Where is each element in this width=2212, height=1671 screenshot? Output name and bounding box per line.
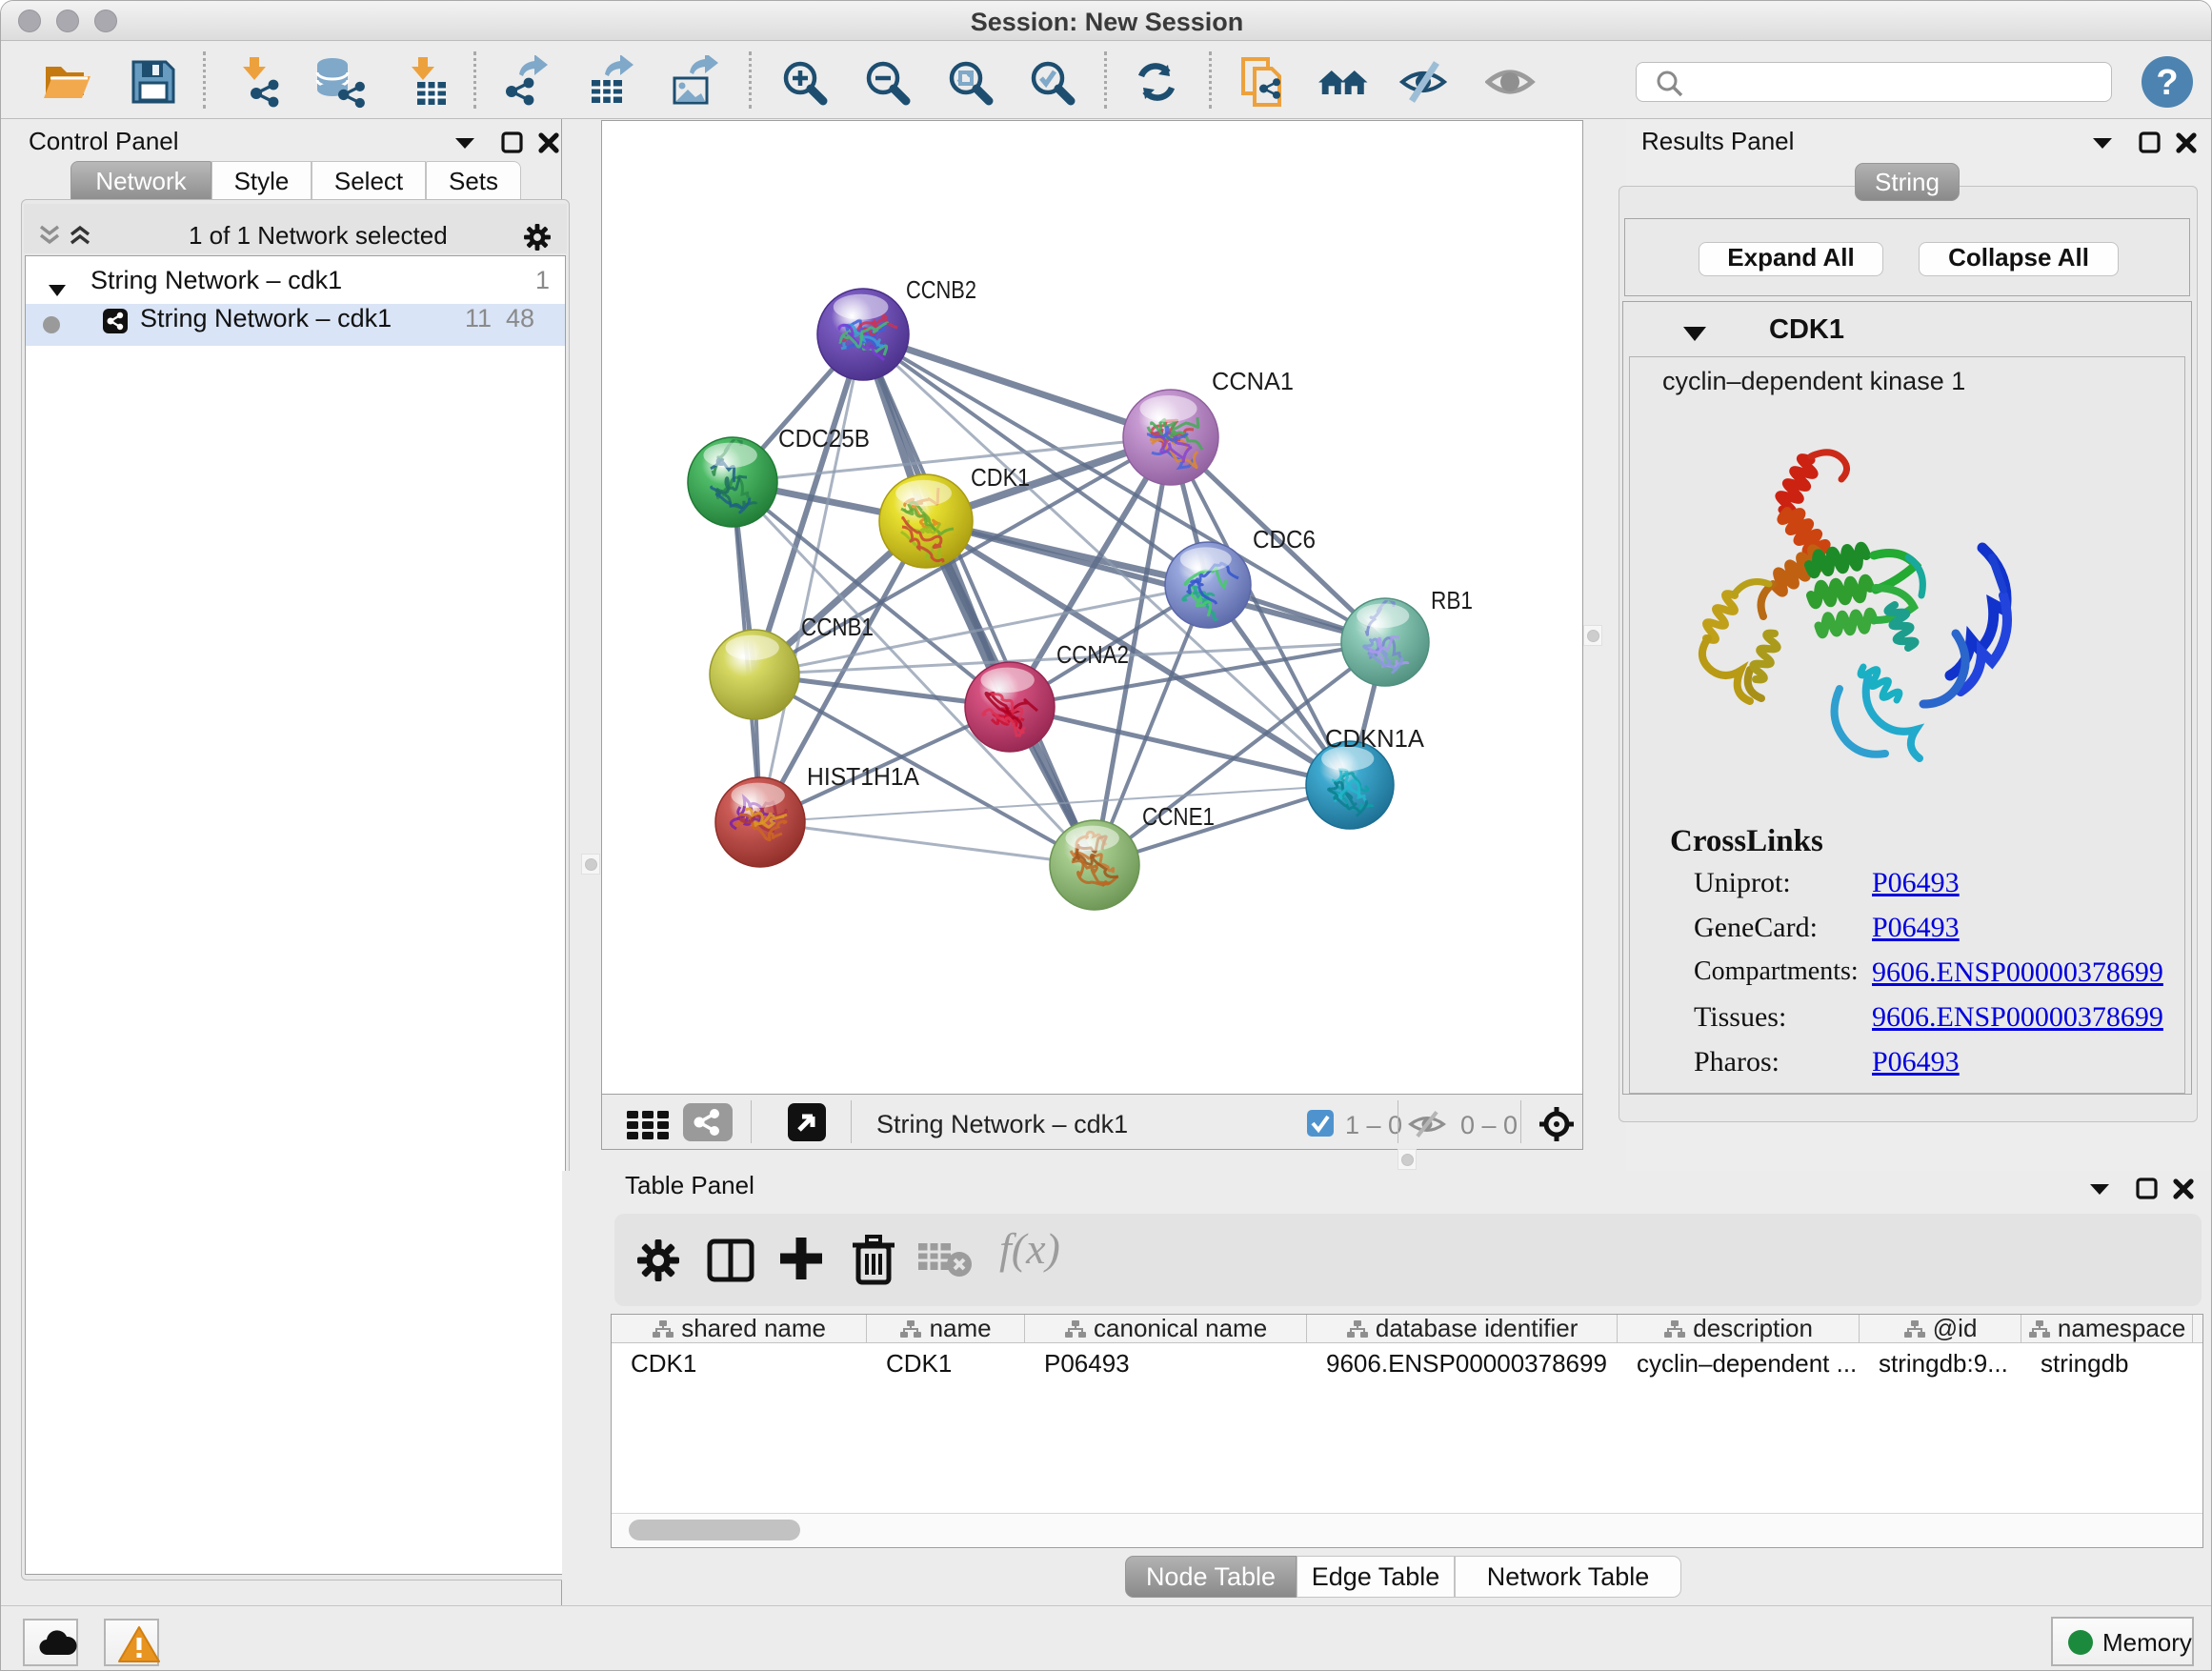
svg-text:CCNA2: CCNA2: [1056, 640, 1129, 669]
svg-text:HIST1H1A: HIST1H1A: [807, 762, 920, 791]
svg-text:CCNB2: CCNB2: [906, 275, 976, 304]
svg-text:?: ?: [2156, 63, 2178, 103]
svg-text:RB1: RB1: [1431, 586, 1473, 614]
svg-text:CDK1: CDK1: [971, 463, 1030, 492]
svg-text:CDC6: CDC6: [1253, 525, 1316, 554]
svg-text:CCNE1: CCNE1: [1142, 802, 1215, 831]
svg-text:CDC25B: CDC25B: [778, 424, 870, 453]
svg-text:CCNA1: CCNA1: [1212, 367, 1294, 395]
svg-text:CDKN1A: CDKN1A: [1325, 724, 1425, 753]
svg-text:CCNB1: CCNB1: [801, 613, 874, 641]
